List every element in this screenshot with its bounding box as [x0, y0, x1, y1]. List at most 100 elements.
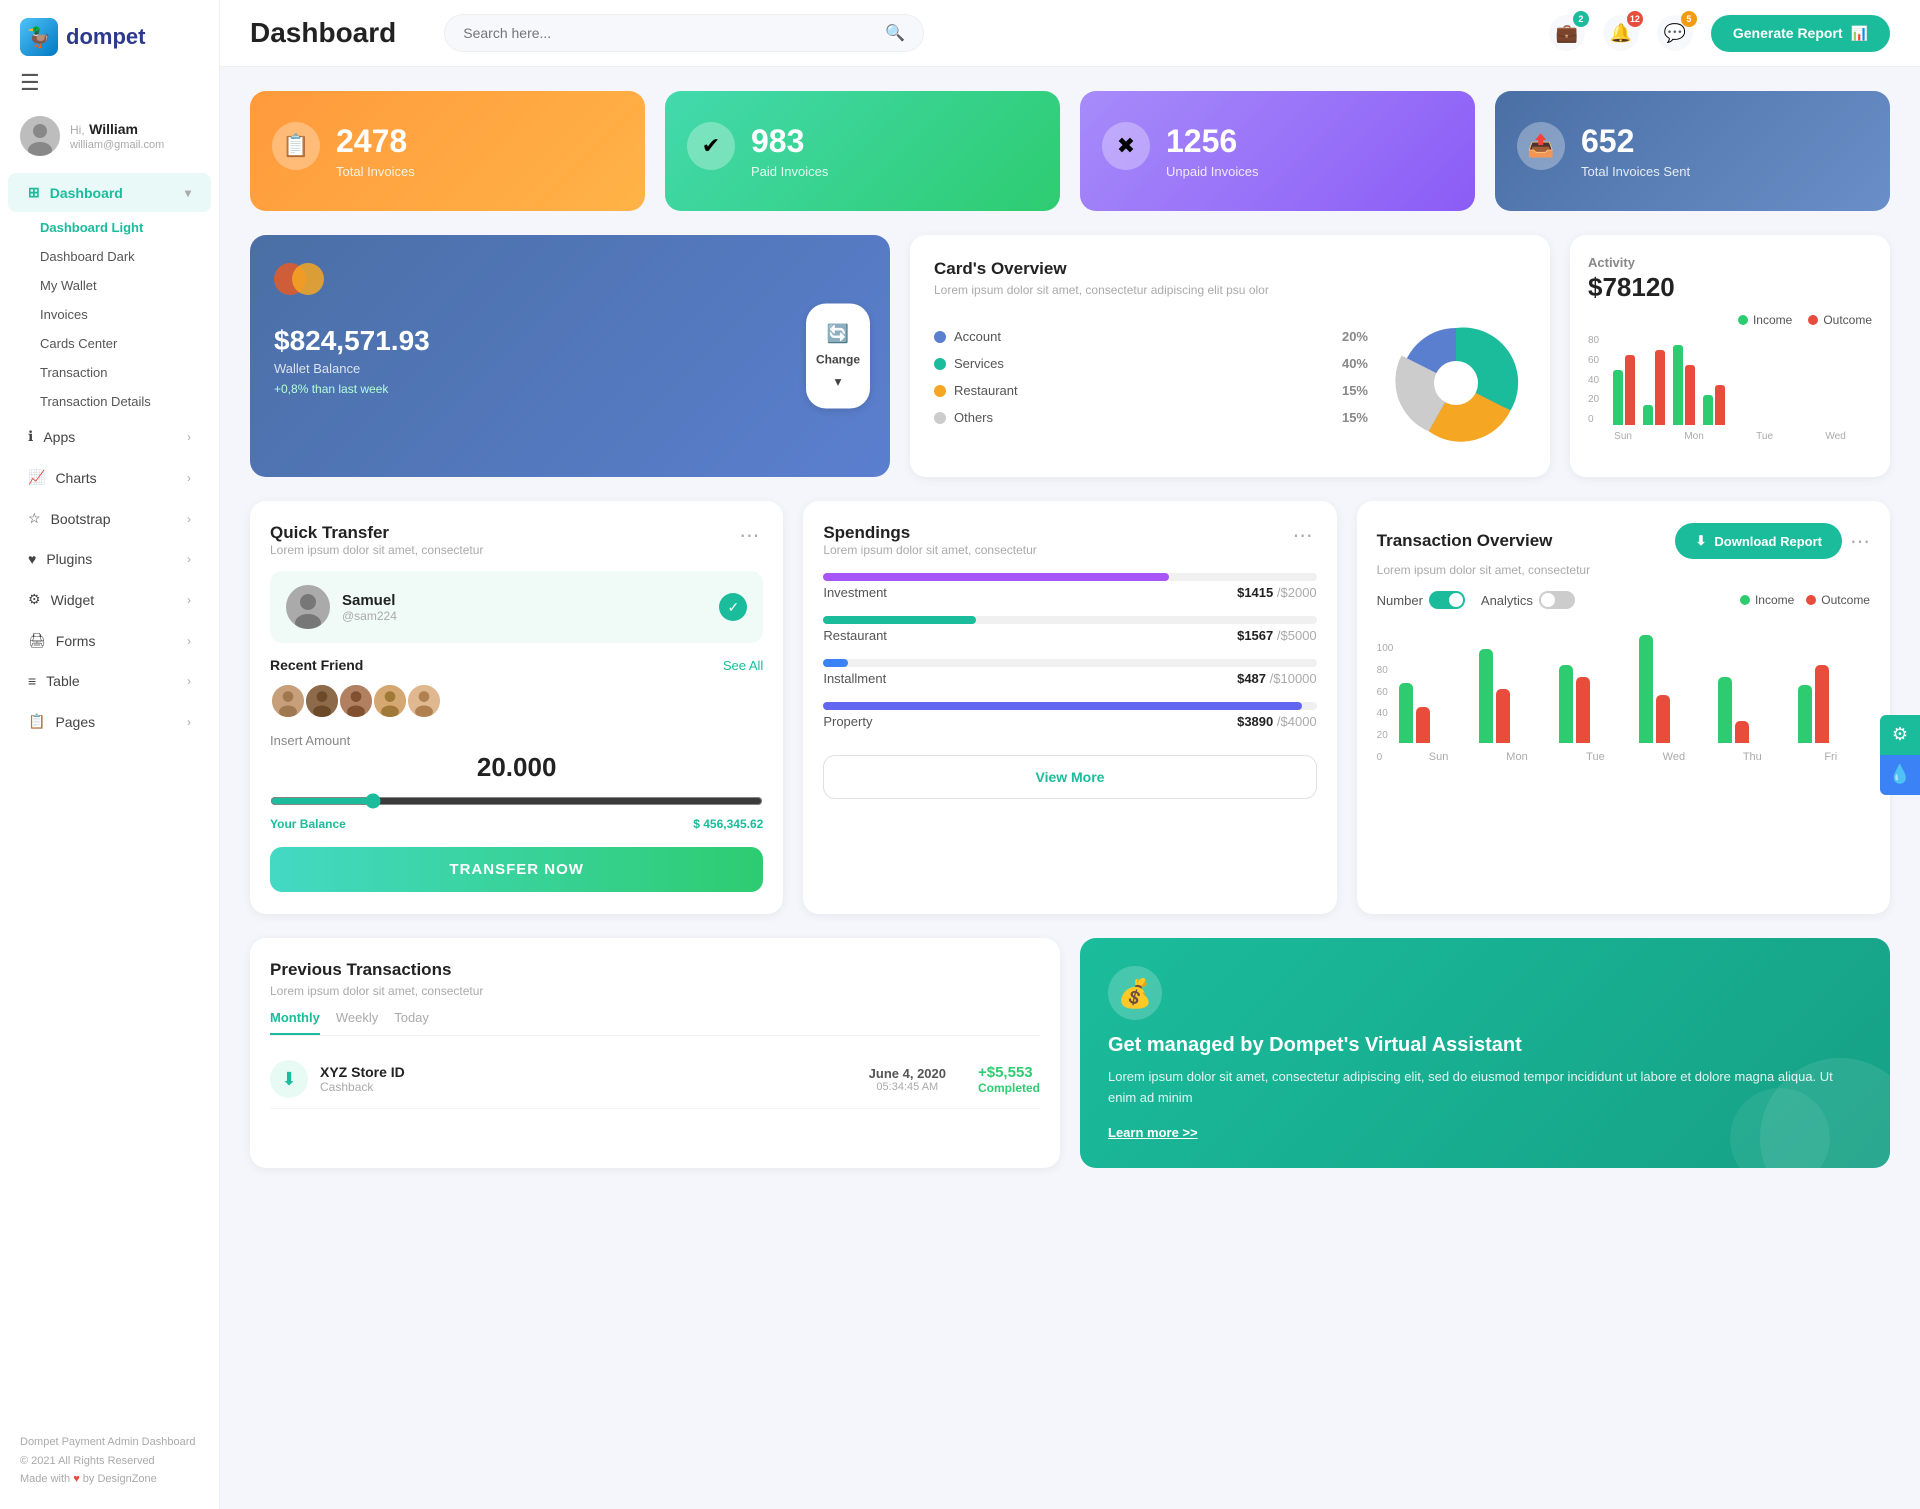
- settings-button[interactable]: ⚙: [1880, 715, 1920, 755]
- chat-icon-btn[interactable]: 💬 5: [1657, 15, 1693, 51]
- sp-bar-property: [823, 702, 1302, 710]
- cards-overview-card: Card's Overview Lorem ipsum dolor sit am…: [910, 235, 1550, 477]
- assistant-desc: Lorem ipsum dolor sit amet, consectetur …: [1108, 1067, 1862, 1109]
- download-icon: ⬇: [1695, 533, 1706, 549]
- sidebar-item-bootstrap[interactable]: ☆ Bootstrap ›: [8, 499, 211, 538]
- wallet-icon-btn[interactable]: 💼 2: [1549, 15, 1585, 51]
- to-outcome-mon: [1496, 689, 1510, 743]
- stats-row: 📋 2478 Total Invoices ✔ 983 Paid Invoice…: [250, 91, 1890, 211]
- submenu-item-dashboard-light[interactable]: Dashboard Light: [30, 213, 219, 242]
- legend-label-restaurant: Restaurant: [954, 383, 1334, 398]
- chevron-right-icon3: ›: [187, 512, 191, 526]
- prev-tx-title: Previous Transactions: [270, 960, 451, 980]
- chat-badge: 5: [1681, 11, 1697, 27]
- analytics-toggle[interactable]: [1539, 591, 1575, 609]
- bootstrap-icon: ☆: [28, 510, 41, 527]
- logo-icon: 🦆: [20, 18, 58, 56]
- co-desc: Lorem ipsum dolor sit amet, consectetur …: [934, 283, 1526, 297]
- qt-friends-row: Recent Friend See All: [270, 657, 763, 673]
- income-bar-wed: [1703, 395, 1713, 425]
- prev-tx-tabs: Monthly Weekly Today: [270, 1010, 1040, 1036]
- to-label-wed: Wed: [1635, 751, 1713, 763]
- to-legend: Income Outcome: [1740, 593, 1870, 607]
- activity-title: Activity: [1588, 255, 1872, 270]
- outcome-legend-label: Outcome: [1823, 313, 1872, 327]
- submenu-item-invoices[interactable]: Invoices: [30, 300, 219, 329]
- qt-desc: Lorem ipsum dolor sit amet, consectetur: [270, 543, 483, 557]
- chevron-right-icon8: ›: [187, 715, 191, 729]
- qt-dots-button[interactable]: ⋯: [735, 523, 763, 548]
- to-outcome-sun: [1416, 707, 1430, 743]
- plugins-label: Plugins: [46, 551, 92, 567]
- menu-toggle[interactable]: ☰: [0, 70, 219, 106]
- bell-icon-btn[interactable]: 🔔 12: [1603, 15, 1639, 51]
- change-button[interactable]: 🔄 Change ▾: [806, 304, 870, 409]
- logo: 🦆 dompet: [0, 0, 219, 70]
- chevron-right-icon5: ›: [187, 593, 191, 607]
- tab-weekly[interactable]: Weekly: [336, 1010, 378, 1035]
- submenu-item-my-wallet[interactable]: My Wallet: [30, 271, 219, 300]
- friend-avatars: [270, 683, 763, 719]
- number-toggle[interactable]: [1429, 591, 1465, 609]
- legend-dot-restaurant: [934, 385, 946, 397]
- to-outcome-legend: Outcome: [1806, 593, 1870, 607]
- sidebar-footer: Dompet Payment Admin Dashboard © 2021 Al…: [0, 1419, 219, 1489]
- to-outcome-wed: [1656, 695, 1670, 743]
- bars: [1613, 345, 1872, 425]
- tab-monthly[interactable]: Monthly: [270, 1010, 320, 1035]
- sp-bar-restaurant: [823, 616, 976, 624]
- wallet-card: $824,571.93 Wallet Balance +0,8% than la…: [250, 235, 890, 477]
- outcome-bar-wed: [1715, 385, 1725, 425]
- sidebar-item-forms[interactable]: 🖨 Forms ›: [8, 621, 211, 660]
- submenu-item-cards-center[interactable]: Cards Center: [30, 329, 219, 358]
- charts-icon: 📈: [28, 469, 45, 486]
- chevron-down-wallet-icon: ▾: [835, 375, 841, 389]
- tab-today[interactable]: Today: [394, 1010, 429, 1035]
- chevron-right-icon: ›: [187, 430, 191, 444]
- sidebar-item-dashboard[interactable]: ⊞ Dashboard ▾: [8, 173, 211, 212]
- submenu-item-dashboard-dark[interactable]: Dashboard Dark: [30, 242, 219, 271]
- submenu-item-transaction[interactable]: Transaction: [30, 358, 219, 387]
- generate-report-button[interactable]: Generate Report 📊: [1711, 15, 1890, 52]
- sidebar-item-plugins[interactable]: ♥ Plugins ›: [8, 540, 211, 578]
- sidebar-item-table[interactable]: ≡ Table ›: [8, 662, 211, 700]
- sp-desc: Lorem ipsum dolor sit amet, consectetur: [823, 543, 1036, 557]
- qt-person-name: Samuel: [342, 592, 397, 609]
- sidebar-item-pages[interactable]: 📋 Pages ›: [8, 702, 211, 741]
- amount-slider[interactable]: [270, 793, 763, 809]
- sp-dots-button[interactable]: ⋯: [1289, 523, 1317, 548]
- change-btn-wrap: 🔄 Change ▾: [806, 304, 870, 409]
- to-bars: [1399, 623, 1870, 743]
- sidebar-item-widget[interactable]: ⚙ Widget ›: [8, 580, 211, 619]
- see-all-button[interactable]: See All: [723, 658, 763, 673]
- tx-type: Cashback: [320, 1080, 857, 1094]
- transfer-button[interactable]: TRANSFER NOW: [270, 847, 763, 892]
- sp-item-investment: Investment $1415 /$2000: [823, 573, 1316, 600]
- pages-label: Pages: [55, 714, 95, 730]
- y-axis: 80 60 40 20 0: [1588, 335, 1603, 425]
- qt-person: Samuel @sam224 ✓: [270, 571, 763, 643]
- to-bar-group-sun: [1399, 683, 1471, 743]
- pages-icon: 📋: [28, 713, 45, 730]
- sp-label-installment: Installment: [823, 671, 886, 686]
- prev-tx-desc: Lorem ipsum dolor sit amet, consectetur: [270, 984, 1040, 998]
- analytics-toggle-knob: [1541, 593, 1555, 607]
- bell-badge: 12: [1627, 11, 1643, 27]
- legend-item-restaurant: Restaurant 15%: [934, 383, 1368, 398]
- water-drop-button[interactable]: 💧: [1880, 755, 1920, 795]
- tx-date-col: June 4, 2020 05:34:45 AM: [869, 1066, 946, 1093]
- search-input[interactable]: [463, 25, 877, 41]
- search-bar[interactable]: 🔍: [444, 14, 924, 52]
- to-desc: Lorem ipsum dolor sit amet, consectetur: [1377, 563, 1870, 577]
- qt-balance-row: Your Balance $ 456,345.62: [270, 817, 763, 831]
- sidebar-item-charts[interactable]: 📈 Charts ›: [8, 458, 211, 497]
- tx-info: XYZ Store ID Cashback: [320, 1064, 857, 1094]
- sidebar-item-apps[interactable]: ℹ Apps ›: [8, 417, 211, 456]
- to-dots-button[interactable]: ⋯: [1850, 529, 1870, 554]
- stat-card-total-invoices: 📋 2478 Total Invoices: [250, 91, 645, 211]
- download-report-button[interactable]: ⬇ Download Report: [1675, 523, 1842, 559]
- plugins-icon: ♥: [28, 551, 36, 567]
- submenu-item-transaction-details[interactable]: Transaction Details: [30, 387, 219, 416]
- view-more-button[interactable]: View More: [823, 755, 1316, 799]
- act-label-tue: Tue: [1756, 431, 1773, 442]
